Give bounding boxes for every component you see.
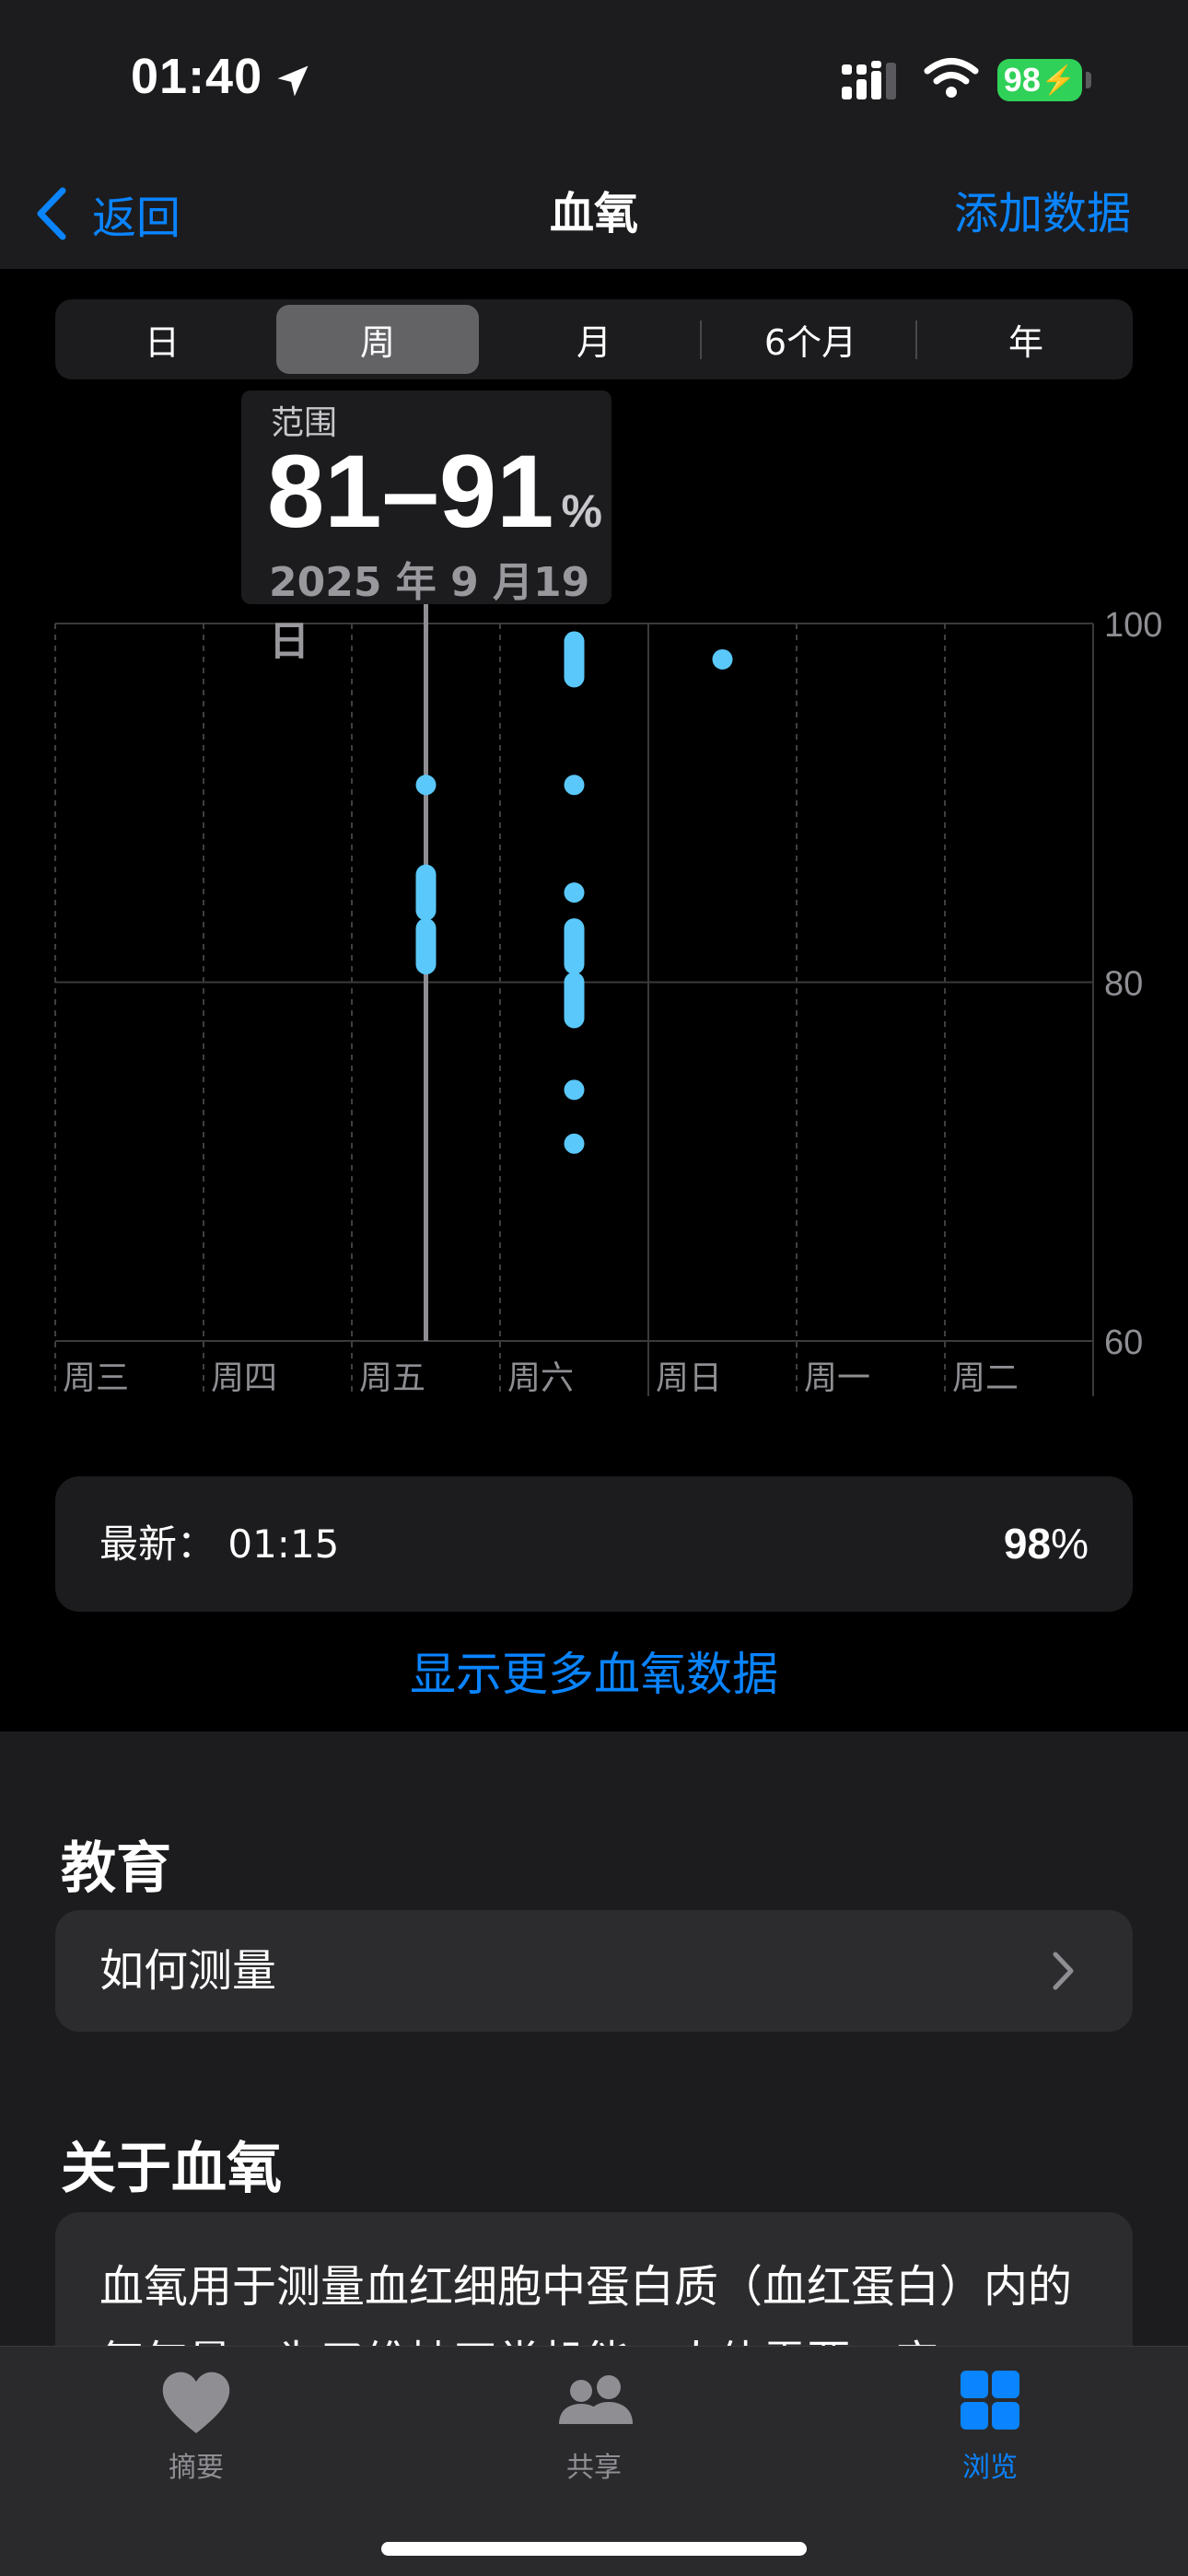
x-tick-label: 周日 bbox=[656, 1359, 722, 1397]
data-point bbox=[564, 972, 585, 1029]
latest-reading-card[interactable]: 最新： 01:15 98% bbox=[55, 1476, 1133, 1612]
x-tick-label: 周二 bbox=[952, 1359, 1019, 1397]
battery-level: 98 bbox=[1003, 61, 1041, 99]
battery-nub bbox=[1086, 72, 1091, 88]
latest-label: 最新： 01:15 bbox=[99, 1521, 340, 1567]
data-point bbox=[564, 882, 585, 903]
status-time: 01:40 bbox=[131, 49, 263, 104]
location-arrow-icon bbox=[277, 65, 309, 97]
grid-icon bbox=[961, 2371, 1019, 2430]
about-heading: 关于血氧 bbox=[61, 2137, 282, 2201]
time-range-segmented-control: 日 周 月 6个月 年 bbox=[55, 299, 1133, 379]
status-bar: 01:40 98 ⚡ bbox=[0, 0, 1188, 161]
latest-value: 98% bbox=[1004, 1476, 1089, 1612]
x-tick-label: 周三 bbox=[63, 1359, 129, 1397]
y-tick-label: 100 bbox=[1104, 606, 1162, 645]
heart-icon bbox=[162, 2372, 230, 2433]
x-tick-label: 周一 bbox=[804, 1359, 870, 1397]
tab-sharing[interactable]: 共享 bbox=[483, 2365, 705, 2503]
x-tick-label: 周六 bbox=[507, 1359, 574, 1397]
navigation-bar: 返回 血氧 添加数据 bbox=[0, 161, 1188, 269]
segment-divider bbox=[700, 321, 702, 359]
y-tick-label: 60 bbox=[1104, 1323, 1143, 1362]
range-tooltip: 范围 81–91% 2025 年 9 月19 日 bbox=[241, 390, 611, 665]
segment-day[interactable]: 日 bbox=[61, 305, 263, 374]
tab-sharing-label: 共享 bbox=[566, 2452, 622, 2484]
chevron-right-icon bbox=[1053, 1952, 1074, 1990]
education-heading: 教育 bbox=[61, 1836, 171, 1901]
people-icon bbox=[559, 2375, 633, 2424]
data-point bbox=[564, 775, 585, 796]
tab-summary[interactable]: 摘要 bbox=[86, 2365, 307, 2503]
x-tick-label: 周四 bbox=[211, 1359, 277, 1397]
segment-month[interactable]: 月 bbox=[493, 305, 695, 374]
data-point bbox=[564, 918, 585, 975]
charging-bolt-icon: ⚡ bbox=[1041, 64, 1077, 96]
tab-browse-label: 浏览 bbox=[962, 2452, 1018, 2484]
add-data-button[interactable]: 添加数据 bbox=[954, 181, 1131, 246]
wifi-icon bbox=[924, 58, 979, 98]
y-tick-label: 80 bbox=[1104, 965, 1143, 1004]
segment-divider bbox=[915, 321, 917, 359]
segment-6-months[interactable]: 6个月 bbox=[709, 305, 912, 374]
show-more-data-link[interactable]: 显示更多血氧数据 bbox=[0, 1638, 1188, 1704]
data-point bbox=[564, 1133, 585, 1154]
data-point bbox=[415, 918, 437, 975]
cellular-signal-icon bbox=[842, 61, 896, 99]
data-point bbox=[564, 1079, 585, 1101]
how-to-measure-row[interactable]: 如何测量 bbox=[55, 1910, 1133, 2032]
latest-unit: % bbox=[1051, 1520, 1089, 1568]
segment-year[interactable]: 年 bbox=[925, 305, 1127, 374]
data-point bbox=[415, 864, 437, 921]
x-tick-label: 周五 bbox=[359, 1359, 425, 1397]
latest-number: 98 bbox=[1003, 1520, 1052, 1568]
segment-week[interactable]: 周 bbox=[276, 305, 479, 374]
battery-indicator: 98 ⚡ bbox=[997, 59, 1082, 101]
tooltip-range: 81–91 bbox=[267, 434, 554, 549]
tooltip-unit: % bbox=[561, 485, 602, 537]
tab-browse[interactable]: 浏览 bbox=[879, 2365, 1101, 2503]
tab-summary-label: 摘要 bbox=[169, 2452, 224, 2484]
tooltip-date: 2025 年 9 月19 日 bbox=[269, 559, 590, 665]
home-indicator bbox=[381, 2542, 807, 2556]
data-point bbox=[415, 775, 437, 796]
tooltip-value: 81–91% bbox=[267, 437, 602, 566]
top-area: 01:40 98 ⚡ 返回 血氧 添加数据 bbox=[0, 0, 1188, 269]
data-point bbox=[712, 648, 733, 670]
how-to-measure-label: 如何测量 bbox=[99, 1945, 277, 1997]
